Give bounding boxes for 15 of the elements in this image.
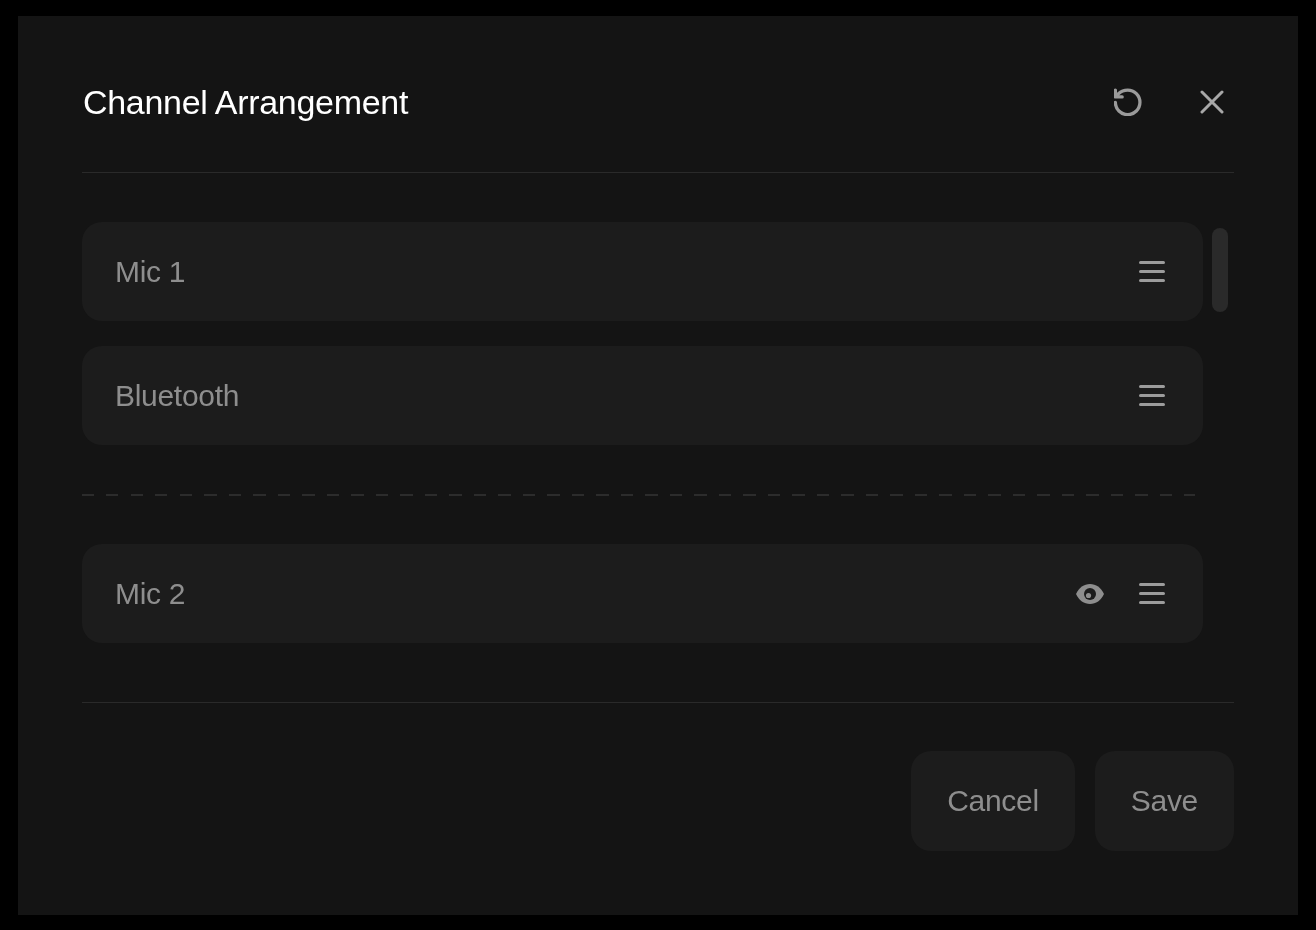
channel-row[interactable]: Bluetooth xyxy=(82,346,1203,445)
hamburger-icon[interactable] xyxy=(1139,583,1165,604)
channel-name: Bluetooth xyxy=(115,378,240,413)
dialog-button[interactable]: Save xyxy=(1094,751,1234,851)
dialog-button[interactable]: Cancel xyxy=(911,751,1075,851)
hamburger-icon[interactable] xyxy=(1139,261,1165,282)
hamburger-icon[interactable] xyxy=(1139,385,1165,406)
rotate-left-arrow-icon xyxy=(1114,88,1142,116)
dialog-title: Channel Arrangement xyxy=(83,82,409,123)
eye-icon[interactable] xyxy=(1076,583,1104,604)
channel-name: Mic 1 xyxy=(115,254,186,289)
channel-row[interactable]: Mic 1 xyxy=(82,222,1203,321)
close-icon xyxy=(1200,90,1224,114)
channel-name: Mic 2 xyxy=(115,576,186,611)
channel-row[interactable]: Mic 2 xyxy=(82,544,1203,643)
